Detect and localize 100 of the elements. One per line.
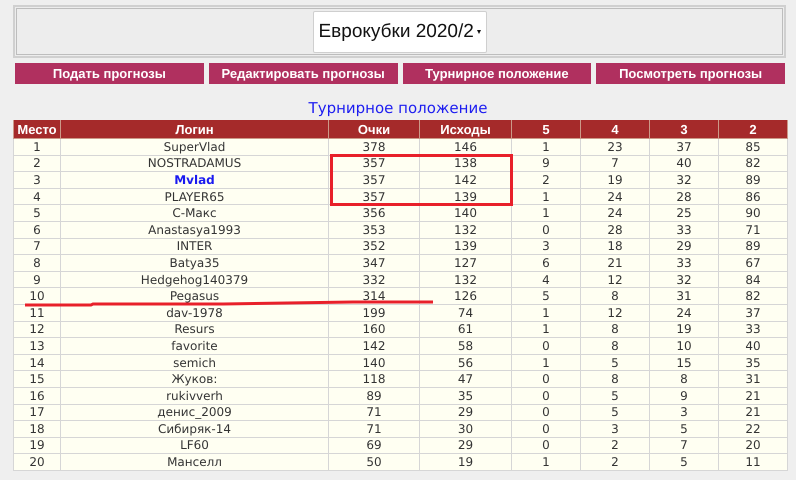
nav-button[interactable]: Турнирное положение [402, 63, 592, 84]
column-header: Очки [328, 120, 420, 138]
table-cell: 132 [420, 221, 512, 238]
table-cell: 5 [650, 454, 718, 470]
caret-icon [476, 30, 481, 34]
table-cell: 12 [580, 304, 650, 322]
table-cell: 8 [580, 370, 650, 388]
table-cell: 82 [718, 288, 788, 304]
table-cell: 357 [328, 172, 420, 188]
table-cell: 352 [328, 238, 420, 255]
column-header: 5 [512, 120, 580, 138]
table-cell: Манселл [60, 454, 328, 470]
nav-button[interactable]: Посмотреть прогнозы [596, 63, 785, 84]
table-cell: 127 [420, 254, 512, 272]
table-cell: 0 [512, 387, 580, 404]
table-cell: 19 [420, 454, 512, 470]
table-cell: 5 [580, 387, 650, 404]
table-cell: 61 [420, 321, 512, 338]
table-cell: 9 [650, 387, 718, 404]
table-cell: 29 [420, 404, 512, 421]
table-cell: 0 [512, 370, 580, 388]
table-cell: 8 [580, 321, 650, 338]
table-cell: 12 [14, 321, 60, 338]
table-cell: PLAYER65 [60, 188, 328, 205]
table-cell: 20 [14, 454, 60, 470]
table-cell: Mvlad [60, 172, 328, 188]
table-cell: 5 [14, 204, 60, 222]
table-cell: 1 [512, 354, 580, 371]
table-cell: 32 [650, 271, 718, 288]
table-cell: 1 [512, 204, 580, 222]
table-cell: 5 [512, 288, 580, 304]
table-cell: 7 [580, 155, 650, 172]
table-cell: 19 [14, 437, 60, 454]
table-cell: 7 [650, 437, 718, 454]
table-title: Турнирное положение [308, 99, 488, 119]
table-cell: 5 [580, 354, 650, 371]
table-cell: 18 [14, 420, 60, 438]
table-cell: 140 [328, 354, 420, 371]
table-cell: 132 [420, 271, 512, 288]
table-cell: 16 [14, 387, 60, 404]
table-cell: 71 [328, 404, 420, 421]
table-cell: 3 [580, 420, 650, 438]
table-cell: 6 [14, 221, 60, 238]
table-cell: 8 [650, 370, 718, 388]
table-cell: 0 [512, 221, 580, 238]
table-cell: 3 [650, 404, 718, 421]
table-cell: 20 [718, 437, 788, 454]
table-cell: 12 [580, 271, 650, 288]
table-cell: 0 [512, 404, 580, 421]
table-cell: 17 [14, 404, 60, 421]
table-cell: 89 [328, 387, 420, 404]
column-header: Место [14, 120, 60, 138]
table-cell: 0 [512, 338, 580, 354]
table-cell: 3 [14, 172, 60, 188]
table-cell: 29 [650, 238, 718, 255]
table-cell: 332 [328, 271, 420, 288]
table-cell: денис_2009 [60, 404, 328, 421]
table-cell: 1 [512, 188, 580, 205]
nav-button[interactable]: Редактировать прогнозы [208, 63, 398, 84]
table-cell: 8 [580, 288, 650, 304]
table-cell: 40 [650, 155, 718, 172]
nav-button[interactable]: Подать прогнозы [15, 63, 204, 84]
table-cell: 126 [420, 288, 512, 304]
table-cell: 19 [650, 321, 718, 338]
table-cell: 0 [512, 437, 580, 454]
table-cell: 24 [580, 188, 650, 205]
table-cell: 199 [328, 304, 420, 322]
table-cell: 89 [718, 172, 788, 188]
table-cell: 11 [718, 454, 788, 470]
table-cell: 71 [328, 420, 420, 438]
table-cell: 33 [718, 321, 788, 338]
table-cell: LF60 [60, 437, 328, 454]
table-cell: 118 [328, 370, 420, 388]
table-cell: 142 [328, 338, 420, 354]
table-cell: 3 [512, 238, 580, 255]
column-header: 4 [580, 120, 650, 138]
table-cell: 1 [512, 138, 580, 156]
table-cell: 2 [580, 437, 650, 454]
table-cell: 0 [512, 420, 580, 438]
table-cell: 6 [512, 254, 580, 272]
table-cell: 9 [14, 271, 60, 288]
table-cell: 85 [718, 138, 788, 156]
table-cell: 1 [512, 304, 580, 322]
table-cell: 142 [420, 172, 512, 188]
column-header: Исходы [420, 120, 512, 138]
column-header: 3 [650, 120, 718, 138]
table-cell: 31 [718, 370, 788, 388]
table-cell: INTER [60, 238, 328, 255]
table-cell: 347 [328, 254, 420, 272]
table-cell: 21 [718, 387, 788, 404]
table-cell: 69 [328, 437, 420, 454]
table-cell: 139 [420, 238, 512, 255]
table-cell: 21 [718, 404, 788, 421]
table-cell: 23 [580, 138, 650, 156]
table-cell: 90 [718, 204, 788, 222]
table-cell: 5 [650, 420, 718, 438]
season-select[interactable]: Еврокубки 2020/2 [312, 10, 486, 52]
table-cell: 13 [14, 338, 60, 354]
table-cell: 160 [328, 321, 420, 338]
table-cell: Жуков: [60, 370, 328, 388]
